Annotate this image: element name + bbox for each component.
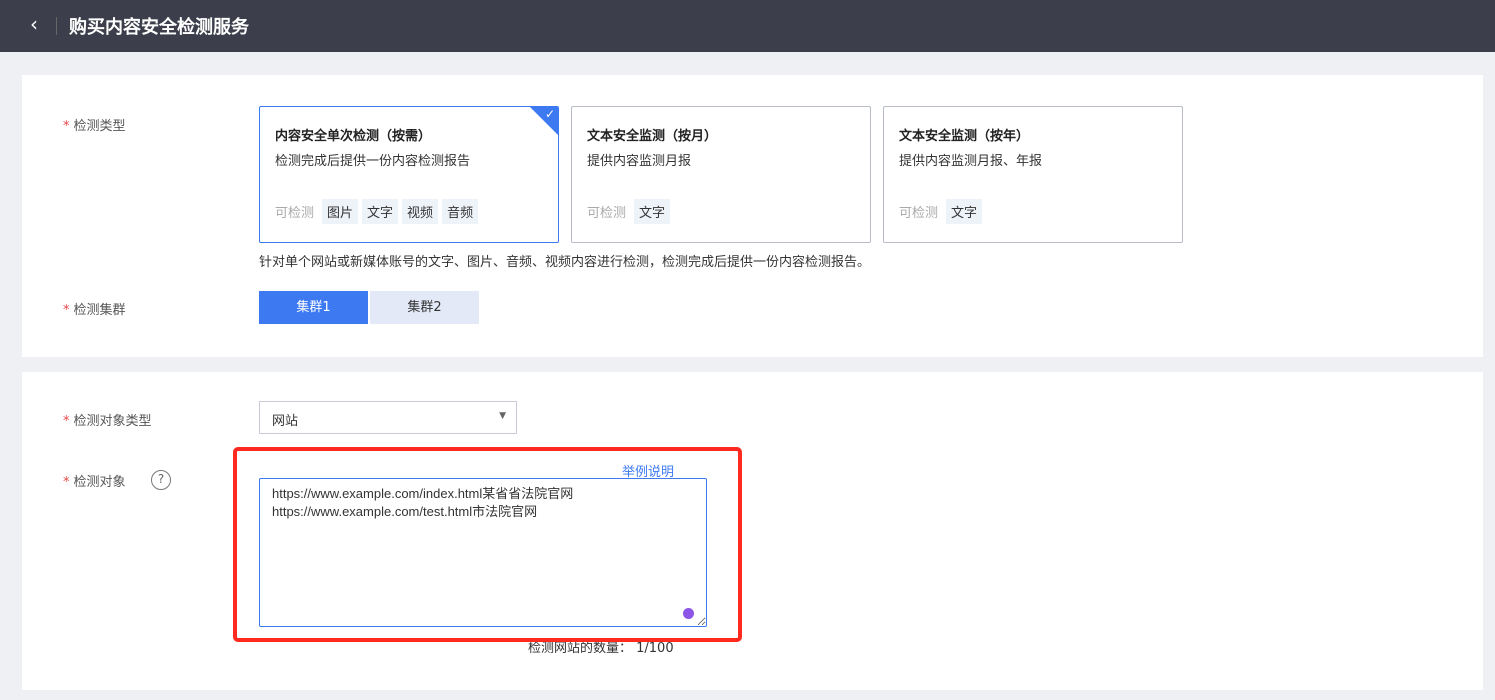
object-label: * 检测对象 xyxy=(63,475,126,490)
divider xyxy=(56,17,57,35)
option-desc: 提供内容监测月报 xyxy=(587,154,692,169)
service-option-2[interactable]: 文本安全监测（按月） 提供内容监测月报 可检测 文字 xyxy=(571,106,871,243)
caret-down-icon: ▼ xyxy=(499,411,506,421)
cluster-label-text: 检测集群 xyxy=(73,303,126,318)
option-title: 内容安全单次检测（按需） xyxy=(275,129,432,144)
back-icon[interactable]: ‹ xyxy=(30,12,38,36)
type-description: 针对单个网站或新媒体账号的文字、图片、音频、视频内容进行检测，检测完成后提供一份… xyxy=(259,255,871,270)
option-title: 文本安全监测（按年） xyxy=(899,129,1030,144)
count-text: 检测网站的数量： 1/100 xyxy=(528,641,674,656)
cluster-label: * 检测集群 xyxy=(63,303,126,318)
cluster-1-button[interactable]: 集群1 xyxy=(259,291,368,324)
media-tag: 视频 xyxy=(402,199,439,224)
media-tag: 文字 xyxy=(362,199,399,224)
option-caption: 可检测 xyxy=(275,206,315,221)
object-type-value: 网站 xyxy=(272,414,299,429)
media-tag: 文字 xyxy=(634,199,671,224)
status-dot-icon xyxy=(683,608,694,619)
media-tag: 文字 xyxy=(946,199,983,224)
page-title: 购买内容安全检测服务 xyxy=(69,17,249,38)
option-desc: 检测完成后提供一份内容检测报告 xyxy=(275,154,471,169)
object-label-text: 检测对象 xyxy=(73,475,126,490)
type-label-text: 检测类型 xyxy=(73,119,126,134)
service-option-3[interactable]: 文本安全监测（按年） 提供内容监测月报、年报 可检测 文字 xyxy=(883,106,1183,243)
check-icon: ✓ xyxy=(544,107,555,121)
option-desc: 提供内容监测月报、年报 xyxy=(899,154,1043,169)
header: ‹ 购买内容安全检测服务 xyxy=(0,0,1495,52)
option-caption: 可检测 xyxy=(587,206,627,221)
type-label: * 检测类型 xyxy=(63,119,126,134)
target-textarea[interactable] xyxy=(259,478,707,627)
media-tag: 音频 xyxy=(442,199,479,224)
object-type-label: * 检测对象类型 xyxy=(63,414,152,429)
help-icon[interactable]: ? xyxy=(151,470,171,490)
service-option-1[interactable]: 内容安全单次检测（按需） 检测完成后提供一份内容检测报告 可检测 图片 文字 视频 音频… xyxy=(259,106,559,243)
option-title: 文本安全监测（按月） xyxy=(587,129,718,144)
target-card xyxy=(22,372,1483,690)
cluster-2-button[interactable]: 集群2 xyxy=(370,291,479,324)
object-type-select[interactable]: 网站 ▼ xyxy=(259,401,517,434)
option-caption: 可检测 xyxy=(899,206,939,221)
media-tag: 图片 xyxy=(322,199,359,224)
object-type-label-text: 检测对象类型 xyxy=(73,414,152,429)
